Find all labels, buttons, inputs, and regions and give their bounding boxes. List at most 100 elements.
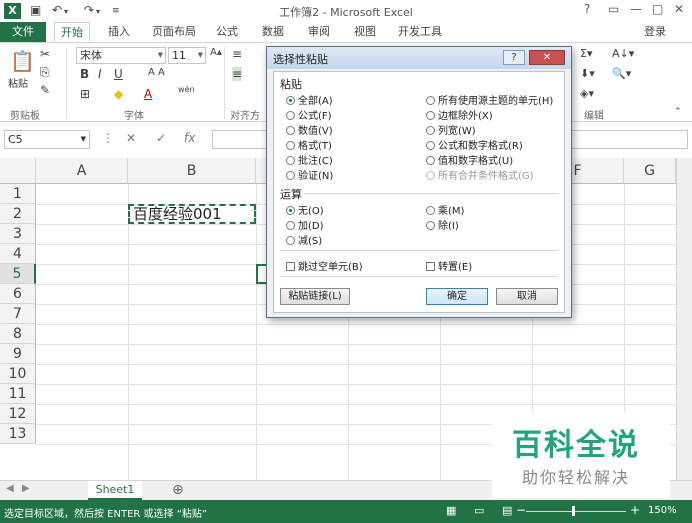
row-header[interactable]: 7 xyxy=(0,304,36,324)
phonetic-icon[interactable]: wén xyxy=(178,85,195,94)
underline-icon[interactable]: U xyxy=(114,67,123,81)
paste-option-all[interactable]: 全部(A) xyxy=(286,92,333,107)
operation-none[interactable]: 无(O) xyxy=(286,202,324,217)
tab-developer[interactable]: 开发工具 xyxy=(392,22,448,42)
insert-function-icon[interactable]: fx xyxy=(184,131,195,145)
paste-label[interactable]: 粘贴 xyxy=(8,75,28,90)
normal-view-icon[interactable]: ▦ xyxy=(446,504,456,517)
bold-icon[interactable]: B xyxy=(80,67,89,81)
vertical-scrollbar[interactable] xyxy=(676,158,692,480)
zoom-out-icon[interactable]: − xyxy=(516,503,526,517)
minimize-button[interactable]: — xyxy=(630,2,642,16)
format-painter-icon[interactable]: ✎ xyxy=(40,83,50,97)
row-header[interactable]: 13 xyxy=(0,424,36,444)
column-header[interactable]: B xyxy=(128,158,256,184)
tab-formulas[interactable]: 公式 xyxy=(210,22,244,42)
row-header[interactable]: 4 xyxy=(0,244,36,264)
paste-option-source-theme[interactable]: 所有使用源主题的单元(H) xyxy=(426,92,553,107)
tab-file[interactable]: 文件 xyxy=(0,22,46,42)
row-header[interactable]: 12 xyxy=(0,404,36,424)
font-name-select[interactable]: 宋体 ▼ xyxy=(76,47,166,64)
clear-icon[interactable]: ◈▾ xyxy=(580,87,594,100)
row-header[interactable]: 10 xyxy=(0,364,36,384)
align-top-icon[interactable]: ≡ xyxy=(232,47,242,61)
find-select-icon[interactable]: 🔍▾ xyxy=(612,67,631,80)
paste-option-comments[interactable]: 批注(C) xyxy=(286,152,333,167)
next-sheet-icon[interactable]: ▶ xyxy=(22,483,30,494)
select-all-corner[interactable] xyxy=(0,158,36,184)
dialog-title-bar[interactable]: 选择性粘贴 ? ✕ xyxy=(267,47,571,69)
tab-review[interactable]: 审阅 xyxy=(302,22,336,42)
row-header[interactable]: 3 xyxy=(0,224,36,244)
cancel-formula-icon[interactable]: ✕ xyxy=(126,131,136,145)
cancel-button[interactable]: 取消 xyxy=(496,288,558,305)
zoom-in-icon[interactable]: + xyxy=(630,503,640,517)
ribbon-display-icon[interactable]: ▭ xyxy=(608,2,619,16)
zoom-slider[interactable] xyxy=(526,511,626,512)
fill-color-icon[interactable]: ◆ xyxy=(114,87,123,101)
sheet-tab-sheet1[interactable]: Sheet1 xyxy=(88,481,142,500)
copy-icon[interactable]: ⎘ xyxy=(40,65,50,80)
sort-filter-icon[interactable]: A↓▾ xyxy=(612,47,634,60)
row-header[interactable]: 9 xyxy=(0,344,36,364)
add-sheet-icon[interactable]: ⊕ xyxy=(172,482,184,498)
skip-blanks-checkbox[interactable]: 跳过空单元(B) xyxy=(286,258,363,273)
login-link[interactable]: 登录 xyxy=(638,22,672,42)
paste-option-no-borders[interactable]: 边框除外(X) xyxy=(426,107,493,122)
operation-multiply[interactable]: 乘(M) xyxy=(426,202,464,217)
align-center-icon[interactable]: ≡ xyxy=(232,67,243,81)
row-header[interactable]: 8 xyxy=(0,324,36,344)
paste-option-column-widths[interactable]: 列宽(W) xyxy=(426,122,476,137)
prev-sheet-icon[interactable]: ◀ xyxy=(6,483,14,494)
enter-formula-icon[interactable]: ✓ xyxy=(156,131,166,145)
radio-selected-icon xyxy=(286,206,295,215)
increase-font-icon[interactable]: A▴ xyxy=(210,47,222,58)
paste-icon[interactable]: 📋 xyxy=(10,49,35,73)
transpose-checkbox[interactable]: 转置(E) xyxy=(426,258,472,273)
dialog-close-button[interactable]: ✕ xyxy=(529,50,565,65)
cell-b2[interactable]: 百度经验001 xyxy=(128,204,256,224)
column-header[interactable]: G xyxy=(624,158,676,184)
page-break-view-icon[interactable]: ▤ xyxy=(502,504,512,517)
cut-icon[interactable]: ✂ xyxy=(40,47,50,61)
paste-link-button[interactable]: 粘贴链接(L) xyxy=(280,288,350,305)
operation-add[interactable]: 加(D) xyxy=(286,217,324,232)
close-button[interactable]: ✕ xyxy=(674,2,684,16)
operation-subtract[interactable]: 减(S) xyxy=(286,232,322,247)
paste-option-formats[interactable]: 格式(T) xyxy=(286,137,332,152)
name-box[interactable]: C5 ▼ xyxy=(4,130,90,149)
zoom-level[interactable]: 150% xyxy=(648,505,677,516)
collapse-ribbon-icon[interactable]: ⌃ xyxy=(674,107,682,117)
grow-font-icon[interactable]: A A xyxy=(148,67,165,78)
column-header[interactable]: A xyxy=(36,158,128,184)
dialog-help-button[interactable]: ? xyxy=(503,50,525,65)
paste-option-formulas-number-formats[interactable]: 公式和数字格式(R) xyxy=(426,137,523,152)
tab-insert[interactable]: 插入 xyxy=(102,22,136,42)
zoom-slider-thumb[interactable] xyxy=(572,506,575,516)
tab-page-layout[interactable]: 页面布局 xyxy=(146,22,202,42)
row-header[interactable]: 2 xyxy=(0,204,36,224)
paste-option-values-number-formats[interactable]: 值和数字格式(U) xyxy=(426,152,513,167)
font-color-icon[interactable]: A xyxy=(144,87,152,101)
tab-data[interactable]: 数据 xyxy=(256,22,290,42)
gridline xyxy=(36,384,676,385)
font-size-select[interactable]: 11 ▼ xyxy=(168,47,206,64)
row-header[interactable]: 11 xyxy=(0,384,36,404)
row-header[interactable]: 6 xyxy=(0,284,36,304)
paste-option-values[interactable]: 数值(V) xyxy=(286,122,333,137)
ok-button[interactable]: 确定 xyxy=(426,288,488,305)
row-header[interactable]: 5 xyxy=(0,264,36,284)
paste-option-formulas[interactable]: 公式(F) xyxy=(286,107,332,122)
operation-divide[interactable]: 除(I) xyxy=(426,217,459,232)
page-layout-view-icon[interactable]: ▭ xyxy=(474,504,484,517)
autosum-icon[interactable]: Σ▾ xyxy=(580,47,592,60)
help-button[interactable]: ? xyxy=(584,2,590,16)
fill-icon[interactable]: ⬇▾ xyxy=(580,67,595,80)
tab-view[interactable]: 视图 xyxy=(348,22,382,42)
italic-icon[interactable]: I xyxy=(98,67,102,81)
tab-home[interactable]: 开始 xyxy=(54,22,90,42)
paste-option-validation[interactable]: 验证(N) xyxy=(286,167,333,182)
border-icon[interactable]: ⊞ xyxy=(80,87,90,101)
restore-button[interactable]: □ xyxy=(652,2,663,16)
row-header[interactable]: 1 xyxy=(0,184,36,204)
